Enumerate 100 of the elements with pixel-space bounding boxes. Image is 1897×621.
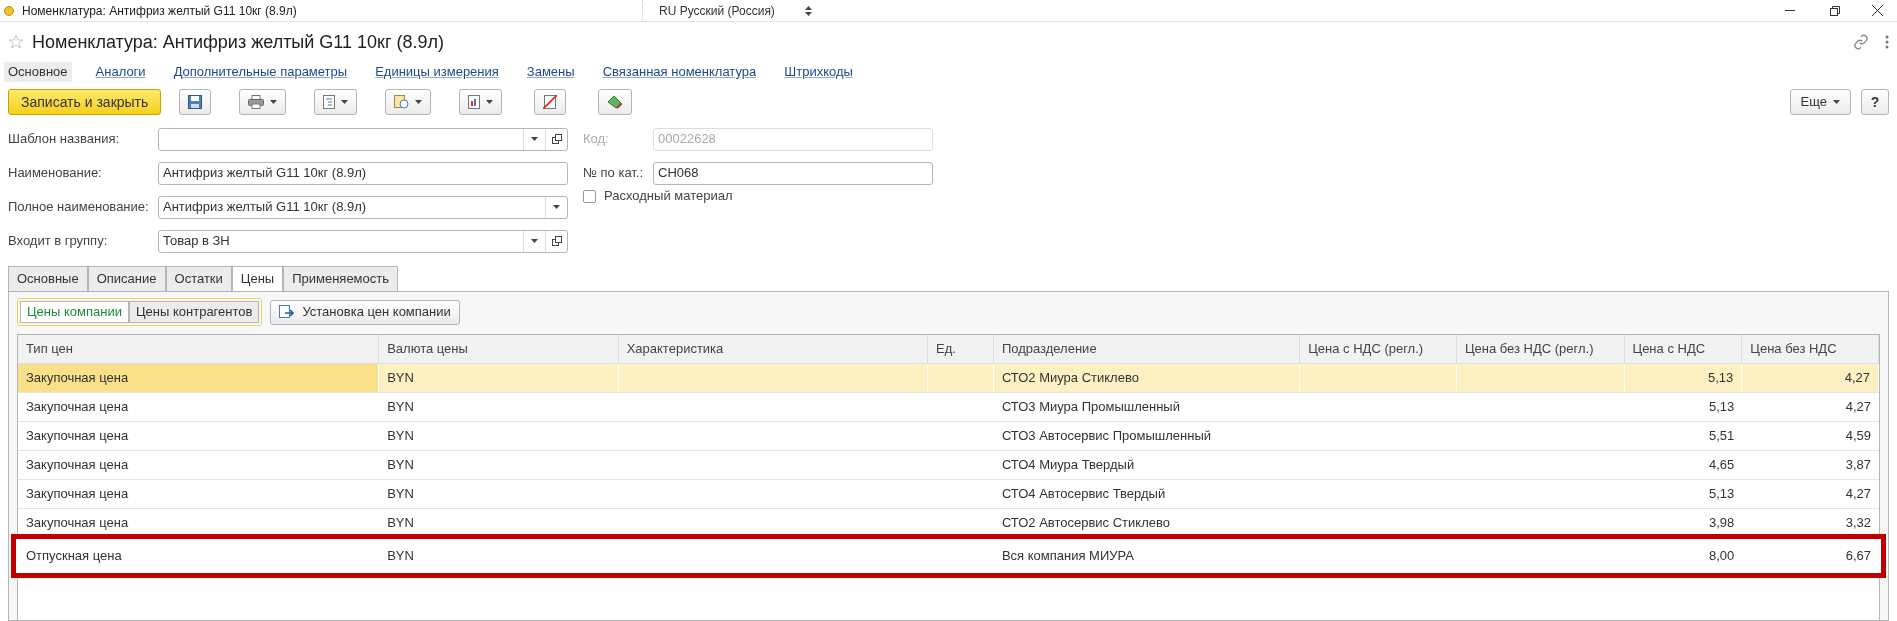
star-icon[interactable] [8,34,24,50]
table-cell-text: BYN [387,546,414,565]
table-cell-text: СТО3 Миура Промышленный [1001,398,1180,417]
input-field[interactable]: Товар в ЗН [158,229,568,253]
checkbox-label: Расходный материал [604,187,733,206]
table-cell-text: Закупочная цена [26,427,129,446]
table-cell-text: 3,32 [1845,514,1871,533]
table-cell-text: 4,27 [1844,369,1870,388]
tab[interactable]: Описание [87,266,166,292]
field-label: Полное наименование: [8,198,150,217]
switch-option[interactable]: Цены контрагентов [128,301,260,323]
checkbox[interactable] [583,189,596,203]
column-header[interactable]: Валюта цены [379,335,619,363]
table-cell-text: 6,67 [1845,546,1871,565]
crossed-document-icon [543,95,558,109]
table-cell-text: 4,27 [1845,485,1871,504]
print-button[interactable] [239,89,287,115]
caret-icon [553,205,560,209]
table-cell-text: Закупочная цена [26,398,129,417]
more-button[interactable]: Еще [1789,89,1851,115]
document-clock-icon [394,95,410,109]
window-title: Номенклатура: Антифриз желтый G11 10кг (8.9л) [22,2,298,20]
table-cell-text: СТО4 Автосервис Твердый [1001,485,1166,504]
table-cell-text: BYN [387,427,414,446]
table-cell-text: Закупочная цена [26,514,129,533]
report-button[interactable] [314,89,358,115]
caret-icon [415,100,423,104]
table-cell-text: Вся компания МИУРА [1001,546,1134,565]
table-cell-text: BYN [387,398,414,417]
printer-icon [248,95,265,109]
set-prices-button[interactable]: Установка цен компании [270,299,460,325]
column-header[interactable]: Цена с НДС (регл.) [1300,335,1457,363]
table-cell-text: СТО2 Автосервис Стиклево [1001,514,1170,533]
table-cell-text: Закупочная цена [26,456,129,475]
table-cell-text: Закупочная цена [26,485,129,504]
switch-option[interactable]: Цены компании [20,301,129,323]
table-cell-text: 5,13 [1707,369,1734,388]
nav-link[interactable]: Основное [4,62,72,82]
column-header[interactable]: Тип цен [18,335,380,363]
document-icon [323,95,336,109]
mark-deletion-button[interactable] [534,89,567,115]
link-icon[interactable] [1853,34,1869,50]
table-cell-text: BYN [387,514,414,533]
field-label: Наименование: [8,164,103,183]
table-cell-text: BYN [387,369,414,388]
input-field: 00022628 [653,127,933,151]
document-arrow-icon [279,305,295,319]
field-label: Входит в группу: [8,232,109,251]
table-cell-text: 5,13 [1709,485,1735,504]
nav-link[interactable]: Дополнительные параметры [169,62,352,82]
caret-icon [531,137,538,141]
input-field[interactable]: Антифриз желтый G11 10кг (8.9л) [158,161,568,185]
input-field[interactable] [158,127,568,151]
save-and-close-button[interactable]: Записать и закрыть [8,89,162,115]
help-button[interactable]: ? [1861,89,1889,115]
table-cell-text: СТО4 Миура Твердый [1001,456,1135,475]
price-button[interactable] [598,89,633,115]
column-header[interactable]: Характеристика [618,335,928,363]
caret-icon [1833,100,1840,104]
nav-link[interactable]: Единицы измерения [371,62,503,82]
field-label: Шаблон названия: [8,130,121,149]
close-icon [1871,5,1883,16]
app-icon [4,5,14,16]
create-based-on-button[interactable] [385,89,432,115]
column-header[interactable]: Цена без НДС (регл.) [1456,335,1625,363]
minimize-icon [1784,10,1795,11]
table-cell-text: 4,59 [1845,427,1871,446]
table-row[interactable]: Закупочная цена BYN СТО2 Миура Стиклево 5,13 4,27 [18,364,1879,393]
table-cell-text: 3,98 [1709,514,1735,533]
page-title: Номенклатура: Антифриз желтый G11 10кг (8.9л) [32,30,445,54]
restore-icon [1829,5,1840,16]
table-cell-text: 3,87 [1845,456,1871,475]
chart-report-button[interactable] [459,89,503,115]
column-header[interactable]: Цена с НДС [1624,335,1743,363]
open-window-icon [551,134,562,144]
tab[interactable]: Цены [231,266,284,292]
more-icon[interactable] [1885,35,1889,49]
tab[interactable]: Применяемость [283,266,399,292]
caret-icon [341,100,349,104]
nav-link[interactable]: Замены [522,62,579,82]
save-button[interactable] [179,89,212,115]
table-cell-text: Отпускная цена [26,546,122,565]
tab[interactable]: Основные [8,266,88,292]
column-header[interactable]: Подразделение [993,335,1301,363]
nav-link[interactable]: Связанная номенклатура [598,62,761,82]
table-cell-text: 5,51 [1709,427,1735,446]
caret-icon [531,239,538,243]
column-header[interactable]: Ед. [928,335,994,363]
open-window-icon [551,236,562,246]
table-cell-text: BYN [387,485,414,504]
bar-chart-icon [468,95,481,109]
table-cell-text: СТО2 Миура Стиклево [1001,369,1139,388]
language-selector[interactable]: RU Русский (Россия) [642,0,812,22]
nav-link[interactable]: Аналоги [91,62,150,82]
tab[interactable]: Остатки [165,266,232,292]
nav-link[interactable]: Штрихкоды [780,62,857,82]
column-header[interactable]: Цена без НДС [1742,335,1879,363]
table-cell-text: 5,13 [1709,398,1735,417]
input-field[interactable]: CH068 [653,161,933,185]
input-field[interactable]: Антифриз желтый G11 10кг (8.9л) [158,195,568,219]
